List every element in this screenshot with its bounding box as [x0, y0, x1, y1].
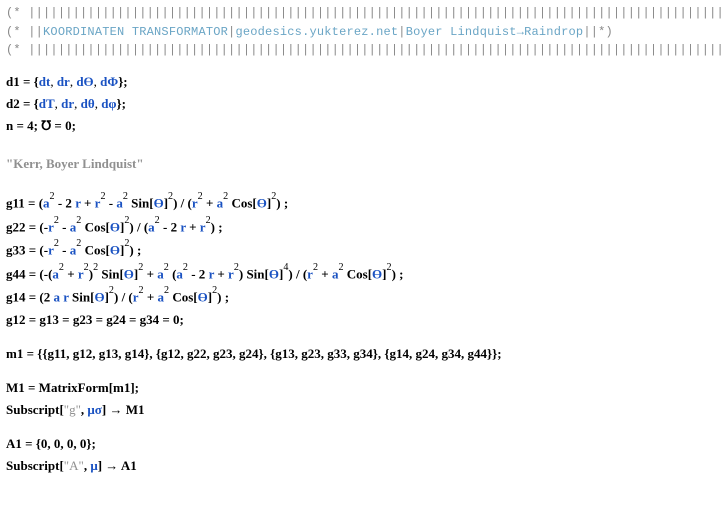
- kerr-label: "Kerr, Boyer Lindquist": [6, 154, 721, 174]
- g-zero-definitions: g12 = g13 = g23 = g24 = g34 = 0;: [6, 310, 721, 330]
- M1-matrixform: M1 = MatrixForm[m1];: [6, 378, 721, 398]
- n-mho-definition: n = 4; ℧ = 0;: [6, 116, 721, 136]
- blank-spacer: [6, 180, 721, 190]
- g22-definition: g22 = (-r2 - a2 Cos[ϴ]2) / (a2 - 2 r + r…: [6, 216, 721, 237]
- blank-spacer: [6, 138, 721, 148]
- comment-bar-bottom: (* |||||||||||||||||||||||||||||||||||||…: [6, 41, 721, 60]
- subscript-g: Subscript["g", μσ] → M1: [6, 400, 721, 420]
- m1-definition: m1 = {{g11, g12, g13, g14}, {g12, g22, g…: [6, 344, 721, 364]
- comment-title: (* ||KOORDINATEN TRANSFORMATOR|geodesics…: [6, 23, 721, 42]
- g44-definition: g44 = (-(a2 + r2)2 Sin[ϴ]2 + a2 (a2 - 2 …: [6, 263, 721, 284]
- d2-definition: d2 = {dT, dr, dθ, dφ};: [6, 94, 721, 114]
- g14-definition: g14 = (2 a r Sin[ϴ]2) / (r2 + a2 Cos[ϴ]2…: [6, 286, 721, 307]
- blank-spacer: [6, 422, 721, 432]
- g11-definition: g11 = (a2 - 2 r + r2 - a2 Sin[ϴ]2) / (r2…: [6, 192, 721, 213]
- g33-definition: g33 = (-r2 - a2 Cos[ϴ]2) ;: [6, 239, 721, 260]
- d1-definition: d1 = {dt, dr, dϴ, dΦ};: [6, 72, 721, 92]
- blank-spacer: [6, 332, 721, 342]
- A1-definition: A1 = {0, 0, 0, 0};: [6, 434, 721, 454]
- comment-bar-top: (* |||||||||||||||||||||||||||||||||||||…: [6, 4, 721, 23]
- blank-spacer: [6, 60, 721, 70]
- mathematica-code-page: (* |||||||||||||||||||||||||||||||||||||…: [0, 0, 727, 508]
- subscript-A: Subscript["A", μ] → A1: [6, 456, 721, 476]
- blank-spacer: [6, 366, 721, 376]
